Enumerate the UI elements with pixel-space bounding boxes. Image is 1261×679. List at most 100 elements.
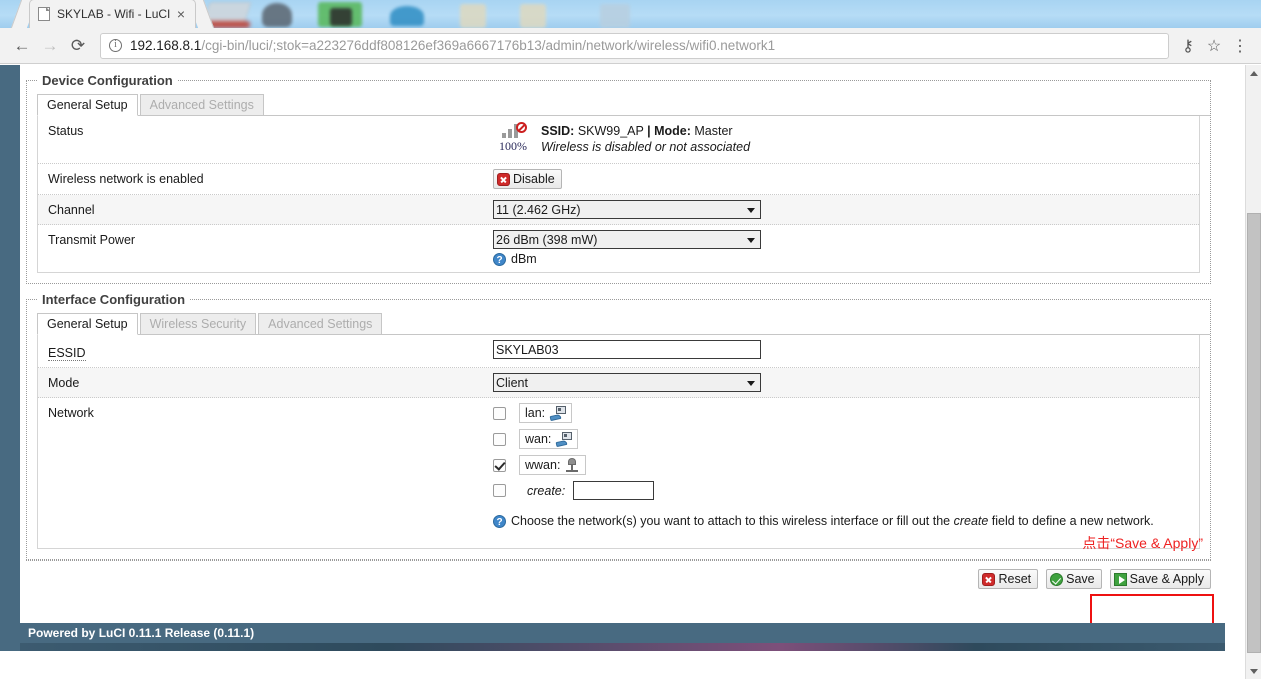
desktop-icon-decoration [460,4,486,28]
help-icon: ? [493,515,506,528]
browser-toolbar: ← → ⟳ i 192.168.8.1/cgi-bin/luci/;stok=a… [0,28,1261,64]
antenna-icon [565,458,580,472]
mode-value: Client [493,373,1199,392]
tab-interface-general-setup[interactable]: General Setup [37,313,138,335]
ssid-key: SSID: [541,124,574,138]
checkbox-wan[interactable] [493,433,506,446]
wireless-enabled-label: Wireless network is enabled [38,169,493,186]
ethernet-icon [556,432,572,446]
channel-label: Channel [38,200,493,217]
network-item-create[interactable]: create: [493,481,1189,500]
reload-icon[interactable]: ⟳ [64,32,92,60]
ssid-value: SKW99_AP [578,124,644,138]
tab-interface-wireless-security[interactable]: Wireless Security [140,313,257,334]
status-label: Status [38,121,493,138]
network-label: Network [38,403,493,420]
essid-label-wrap: ESSID [38,340,493,362]
page-favicon-icon [38,7,50,21]
network-item-wwan[interactable]: wwan: [493,455,1189,475]
scroll-up-icon[interactable] [1246,65,1261,81]
row-essid: ESSID [38,335,1199,368]
save-button[interactable]: Save [1046,569,1102,589]
stop-icon [497,173,510,186]
network-tag-lan: lan: [519,403,572,423]
device-tab-menu: General Setup Advanced Settings [37,94,1210,116]
page-scrollbar[interactable] [1245,65,1261,679]
row-network: Network lan: [38,398,1199,548]
checkbox-create[interactable] [493,484,506,497]
network-tag-wan: wan: [519,429,578,449]
transmit-power-select[interactable]: 26 dBm (398 mW) [493,230,761,249]
network-value: lan: wan: [493,403,1199,529]
essid-input[interactable] [493,340,761,359]
interface-fields: ESSID Mode Client [37,335,1200,549]
scroll-down-icon[interactable] [1246,663,1261,679]
luci-page: Device Configuration General Setup Advan… [0,65,1261,679]
row-mode: Mode Client [38,368,1199,398]
network-hint-em: create [954,514,989,528]
network-hint-before: Choose the network(s) you want to attach… [511,514,954,528]
key-icon[interactable]: ⚷ [1175,33,1201,59]
network-label-wan: wan: [525,431,551,447]
bookmark-star-icon[interactable]: ☆ [1201,33,1227,59]
form-actions: 点击“Save & Apply” Reset Save Save & Apply [26,560,1211,597]
row-wireless-enabled: Wireless network is enabled Disable [38,164,1199,195]
help-icon: ? [493,253,506,266]
tab-title: SKYLAB - Wifi - LuCI [57,7,173,21]
url-host: 192.168.8.1 [130,38,201,53]
disable-button[interactable]: Disable [493,169,562,189]
channel-select[interactable]: 11 (2.462 GHz) [493,200,761,219]
transmit-power-value: 26 dBm (398 mW) ? dBm [493,230,1199,267]
save-apply-button[interactable]: Save & Apply [1110,569,1211,589]
device-configuration-section: Device Configuration General Setup Advan… [26,73,1211,284]
address-bar[interactable]: i 192.168.8.1/cgi-bin/luci/;stok=a223276… [100,33,1169,59]
browser-tab[interactable]: SKYLAB - Wifi - LuCI × [30,0,195,28]
interface-configuration-legend: Interface Configuration [37,292,190,307]
row-status: Status 100% [38,116,1199,164]
annotation-text: 点击“Save & Apply” [1082,533,1203,553]
close-icon[interactable]: × [173,7,189,21]
network-item-lan[interactable]: lan: [493,403,1189,423]
save-apply-button-label: Save & Apply [1130,571,1204,587]
network-tag-wwan: wwan: [519,455,586,475]
network-hint-text: Choose the network(s) you want to attach… [511,514,1154,529]
mode-value: Master [694,124,732,138]
tab-device-advanced-settings[interactable]: Advanced Settings [140,94,264,115]
signal-percent: 100% [493,139,533,154]
checkbox-lan[interactable] [493,407,506,420]
bottom-gradient-strip [20,643,1225,651]
network-hint: ? Choose the network(s) you want to atta… [493,514,1173,529]
desktop-icon-decoration [330,8,352,26]
back-icon[interactable]: ← [8,32,36,60]
essid-label: ESSID [48,343,86,361]
mode-select[interactable]: Client [493,373,761,392]
create-network-input[interactable] [573,481,654,500]
essid-value [493,340,1199,359]
checkbox-wwan[interactable] [493,459,506,472]
tab-device-general-setup[interactable]: General Setup [37,94,138,116]
desktop-icon-decoration [390,6,424,26]
desktop-icon-decoration [262,3,292,27]
scrollbar-thumb[interactable] [1247,213,1261,653]
mode-key: Mode: [654,124,691,138]
status-separator: | [647,124,651,138]
disable-button-label: Disable [513,171,555,187]
desktop-icon-decoration [600,4,630,28]
reset-button[interactable]: Reset [978,569,1038,589]
status-value: 100% SSID: SKW99_AP | Mode: Master [493,121,1199,155]
reset-button-label: Reset [998,571,1031,587]
transmit-power-label: Transmit Power [38,230,493,247]
site-info-icon[interactable]: i [109,39,122,52]
check-circle-icon [1050,573,1063,586]
browser-menu-icon[interactable]: ⋮ [1227,33,1253,59]
mode-label: Mode [38,373,493,390]
status-text: SSID: SKW99_AP | Mode: Master Wireless i… [541,121,750,155]
tab-interface-advanced-settings[interactable]: Advanced Settings [258,313,382,334]
signal-bars-icon [502,121,524,138]
url-path: /cgi-bin/luci/;stok=a223276ddf808126ef36… [201,38,775,53]
device-configuration-legend: Device Configuration [37,73,178,88]
create-label: create: [519,484,565,498]
ethernet-icon [550,406,566,420]
transmit-power-hint-text: dBm [511,252,537,267]
network-item-wan[interactable]: wan: [493,429,1189,449]
